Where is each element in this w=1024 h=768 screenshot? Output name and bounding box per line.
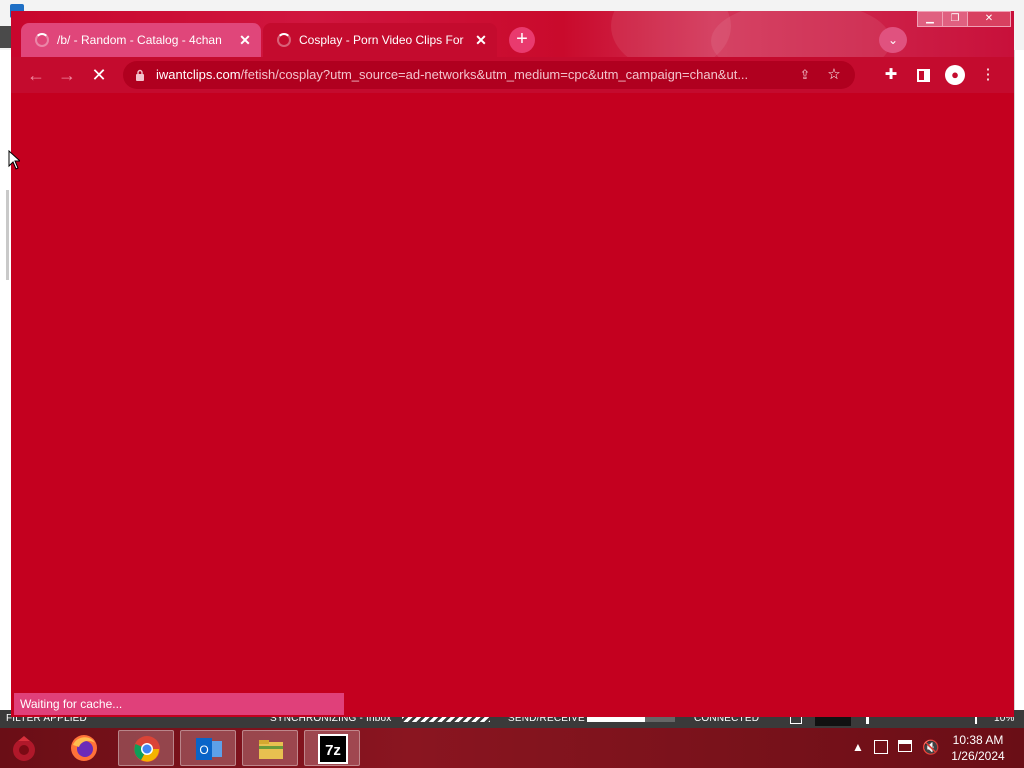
stop-loading-button[interactable]: ✕ xyxy=(87,63,111,87)
restore-icon: ❐ xyxy=(950,13,960,24)
bookmark-star-icon[interactable]: ☆ xyxy=(825,66,843,84)
chrome-toolbar: ← → ✕ iwantclips.com/fetish/cosplay?utm_… xyxy=(11,57,1014,93)
start-button-icon[interactable] xyxy=(8,732,40,764)
taskbar-7zip[interactable]: 7z xyxy=(304,730,360,766)
page-content[interactable] xyxy=(11,93,1014,717)
url-host: iwantclips.com xyxy=(156,67,241,82)
network-icon[interactable] xyxy=(898,740,914,768)
outlook-icon-letter: O xyxy=(199,743,208,757)
folder-icon xyxy=(259,740,283,759)
url-text[interactable]: iwantclips.com/fetish/cosplay?utm_source… xyxy=(156,61,805,89)
lock-icon xyxy=(136,69,144,81)
7zip-icon-label: 7z xyxy=(325,742,341,759)
forward-button[interactable]: → xyxy=(55,63,79,87)
volume-muted-icon[interactable]: 🔇 xyxy=(922,739,940,768)
windows-taskbar: O 7z ▲ 🔇 10:38 AM 1/26/2024 xyxy=(0,728,1024,768)
back-button[interactable]: ← xyxy=(24,63,48,87)
share-icon[interactable]: ⇪ xyxy=(797,67,813,83)
tab-4chan[interactable]: /b/ - Random - Catalog - 4chan ✕ xyxy=(21,23,261,57)
side-panel-icon[interactable] xyxy=(912,64,934,86)
firefox-icon xyxy=(71,735,97,761)
new-tab-button[interactable]: + xyxy=(509,27,535,53)
taskbar-firefox[interactable] xyxy=(56,730,112,766)
close-icon: ✕ xyxy=(984,13,994,24)
loading-spinner-icon xyxy=(277,33,291,47)
close-window-button[interactable]: ✕ xyxy=(967,11,1011,27)
extensions-puzzle-icon[interactable]: ✚ xyxy=(880,64,902,86)
arrow-right-icon: → xyxy=(58,65,76,85)
chevron-down-icon: ⌄ xyxy=(887,33,899,47)
arrow-left-icon: ← xyxy=(27,65,45,85)
close-icon: ✕ xyxy=(91,65,107,85)
tab-title: Cosplay - Porn Video Clips For Sa xyxy=(299,33,467,47)
profile-avatar-icon[interactable]: ● xyxy=(944,64,966,86)
outlook-reading-pane-edge xyxy=(1014,50,1024,710)
taskbar-clock[interactable]: 10:38 AM 1/26/2024 xyxy=(948,732,1008,764)
tab-search-button[interactable]: ⌄ xyxy=(879,27,907,53)
tab-title: /b/ - Random - Catalog - 4chan xyxy=(57,33,222,47)
minimize-button[interactable]: ▁ xyxy=(917,11,943,27)
clock-date: 1/26/2024 xyxy=(951,749,1005,763)
loading-spinner-icon xyxy=(35,33,49,47)
taskbar-outlook[interactable]: O xyxy=(180,730,236,766)
close-tab-icon[interactable]: ✕ xyxy=(237,32,253,48)
taskbar-file-explorer[interactable] xyxy=(242,730,298,766)
tab-iwantclips[interactable]: Cosplay - Porn Video Clips For Sa ✕ xyxy=(263,23,497,57)
url-path: /fetish/cosplay?utm_source=ad-networks&u… xyxy=(240,67,749,82)
status-bubble: Waiting for cache... xyxy=(14,693,344,715)
action-center-icon[interactable] xyxy=(874,740,890,768)
restore-button[interactable]: ❐ xyxy=(942,11,968,27)
taskbar-chrome[interactable] xyxy=(118,730,174,766)
address-bar[interactable]: iwantclips.com/fetish/cosplay?utm_source… xyxy=(123,61,855,89)
clock-time: 10:38 AM xyxy=(952,733,1004,747)
chrome-icon xyxy=(134,736,160,762)
chrome-window: /b/ - Random - Catalog - 4chan ✕ Cosplay… xyxy=(11,11,1014,717)
close-tab-icon[interactable]: ✕ xyxy=(473,32,489,48)
folder-pane-scrollbar[interactable] xyxy=(6,190,9,280)
kebab-menu-icon[interactable]: ⋮ xyxy=(977,64,999,86)
mouse-cursor-icon xyxy=(8,150,20,170)
7zip-icon: 7z xyxy=(318,734,348,764)
chrome-titlebar: /b/ - Random - Catalog - 4chan ✕ Cosplay… xyxy=(11,11,1014,81)
show-hidden-icons-icon[interactable]: ▲ xyxy=(852,740,864,768)
plus-icon: + xyxy=(516,28,528,50)
minimize-icon: ▁ xyxy=(926,13,934,24)
outlook-icon: O xyxy=(196,738,222,760)
